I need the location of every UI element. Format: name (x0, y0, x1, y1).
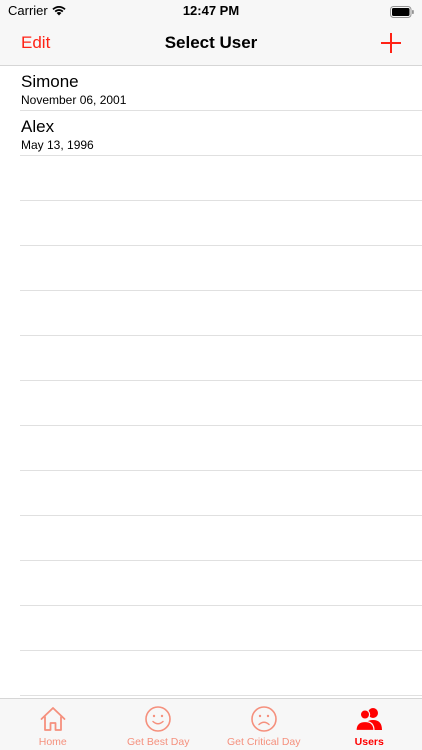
user-birthdate: November 06, 2001 (21, 93, 127, 107)
tab-users-label: Users (354, 736, 384, 748)
user-list: Simone November 06, 2001 Alex May 13, 19… (0, 66, 422, 698)
tab-home[interactable]: Home (0, 699, 106, 750)
empty-row (20, 561, 422, 606)
tab-get-critical-day[interactable]: Get Critical Day (211, 699, 317, 750)
empty-row (20, 201, 422, 246)
tab-get-critical-day-label: Get Critical Day (226, 736, 301, 748)
empty-row (20, 426, 422, 471)
empty-row (20, 471, 422, 516)
tab-bar: Home Get Best Day Get Critical Day Users (0, 698, 422, 750)
user-name: Simone (21, 72, 79, 91)
user-name: Alex (21, 117, 55, 136)
page-title: Select User (164, 33, 258, 52)
empty-row (20, 651, 422, 696)
user-row-simone[interactable]: Simone November 06, 2001 (20, 66, 422, 111)
empty-row (20, 291, 422, 336)
tab-home-label: Home (38, 736, 67, 748)
empty-row (20, 156, 422, 201)
smiley-icon (145, 706, 172, 732)
home-icon (40, 707, 66, 731)
empty-row (20, 516, 422, 561)
navigation-bar: Edit Select User (0, 22, 422, 66)
user-birthdate: May 13, 1996 (21, 138, 94, 152)
tab-get-best-day[interactable]: Get Best Day (106, 699, 212, 750)
empty-row (20, 606, 422, 651)
users-icon (355, 708, 383, 732)
battery-icon (390, 5, 414, 23)
status-bar: Carrier 12:47 PM (0, 0, 422, 22)
tab-users[interactable]: Users (317, 699, 422, 750)
user-row-alex[interactable]: Alex May 13, 1996 (20, 111, 422, 156)
frown-icon (250, 706, 277, 732)
empty-row (20, 381, 422, 426)
empty-row (20, 336, 422, 381)
clock: 12:47 PM (182, 3, 240, 18)
empty-row (20, 246, 422, 291)
tab-get-best-day-label: Get Best Day (127, 736, 190, 748)
plus-icon (381, 33, 401, 53)
add-user-button[interactable] (378, 30, 404, 56)
